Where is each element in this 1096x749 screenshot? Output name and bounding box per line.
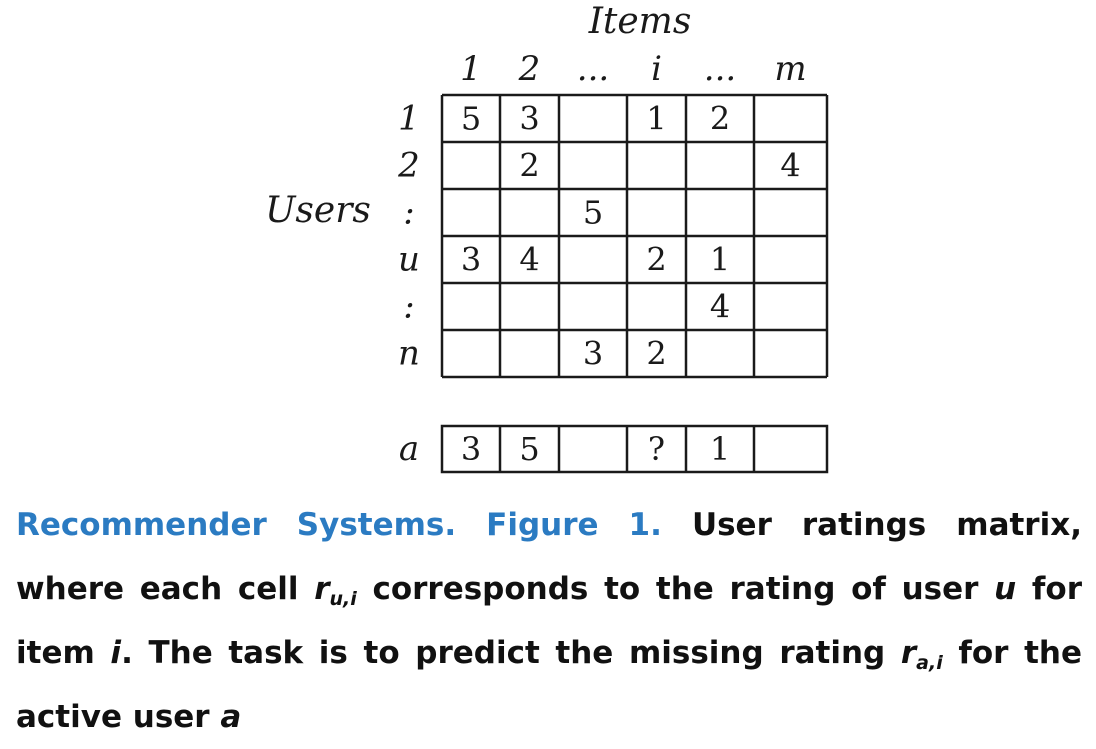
column-labels: 1 2... i... m	[460, 49, 806, 89]
caption-r-symbol: r	[314, 571, 330, 607]
rating-cell: 1	[646, 100, 666, 138]
rating-cell: 2	[646, 335, 666, 373]
rating-cell: 5	[583, 194, 603, 232]
row-label: 1	[398, 99, 420, 139]
rating-cell: 3	[461, 241, 481, 279]
row-label: 2	[397, 146, 420, 186]
caption-u-symbol: u	[994, 571, 1017, 607]
rating-cell: 4	[780, 147, 800, 185]
caption-i-symbol: i	[110, 635, 122, 671]
rating-cell: 2	[519, 147, 539, 185]
row-label: u	[398, 240, 420, 280]
items-axis-label: Items	[588, 1, 692, 42]
ratings-matrix: 5 3 1 22 453 4 2 143 2	[440, 93, 829, 379]
row-labels: 1 2: u: n	[397, 99, 420, 374]
rating-cell: 2	[646, 241, 666, 279]
rating-cell: 3	[519, 100, 539, 138]
caption-subscript-ai: a,i	[916, 652, 943, 674]
ratings-matrix-diagram: Items Users 1 2... i... m 12:u:n 5 3 1 22 453 4 2…	[265, 1, 829, 474]
rating-cell: 3	[583, 335, 603, 373]
column-label: ...	[577, 49, 609, 89]
column-label: m	[774, 49, 806, 89]
column-label: i	[651, 49, 662, 89]
active-user-row: a 3 5? 1	[399, 424, 829, 474]
caption-text-2: corresponds to the rating of user	[372, 571, 979, 607]
rating-cell: 5	[461, 100, 481, 138]
figure-caption: Recommender Systems. Figure 1. User rati…	[16, 493, 1082, 749]
caption-subscript-ui: u,i	[329, 588, 357, 610]
row-label: n	[398, 334, 420, 374]
caption-text-4: . The task is to predict the missing rat…	[121, 635, 886, 671]
active-rating-cell: ?	[648, 430, 665, 468]
rating-cell: 4	[519, 241, 539, 279]
users-axis-label: Users	[265, 190, 371, 231]
active-rating-cell: 1	[710, 430, 730, 468]
active-rating-cell: 3	[461, 430, 481, 468]
caption-a-symbol: a	[220, 699, 242, 735]
rating-cell: 2	[710, 100, 730, 138]
column-label: ...	[704, 49, 736, 89]
active-rating-cell: 5	[519, 430, 539, 468]
column-label: 2	[518, 49, 541, 89]
caption-title: Recommender Systems. Figure 1.	[16, 507, 662, 543]
row-label: :	[403, 287, 414, 327]
rating-cell: 4	[710, 288, 730, 326]
column-label: 1	[460, 49, 482, 89]
active-row-label: a	[399, 429, 419, 469]
rating-cell: 1	[710, 241, 730, 279]
caption-r-symbol-2: r	[900, 635, 917, 671]
row-label: :	[403, 193, 414, 233]
